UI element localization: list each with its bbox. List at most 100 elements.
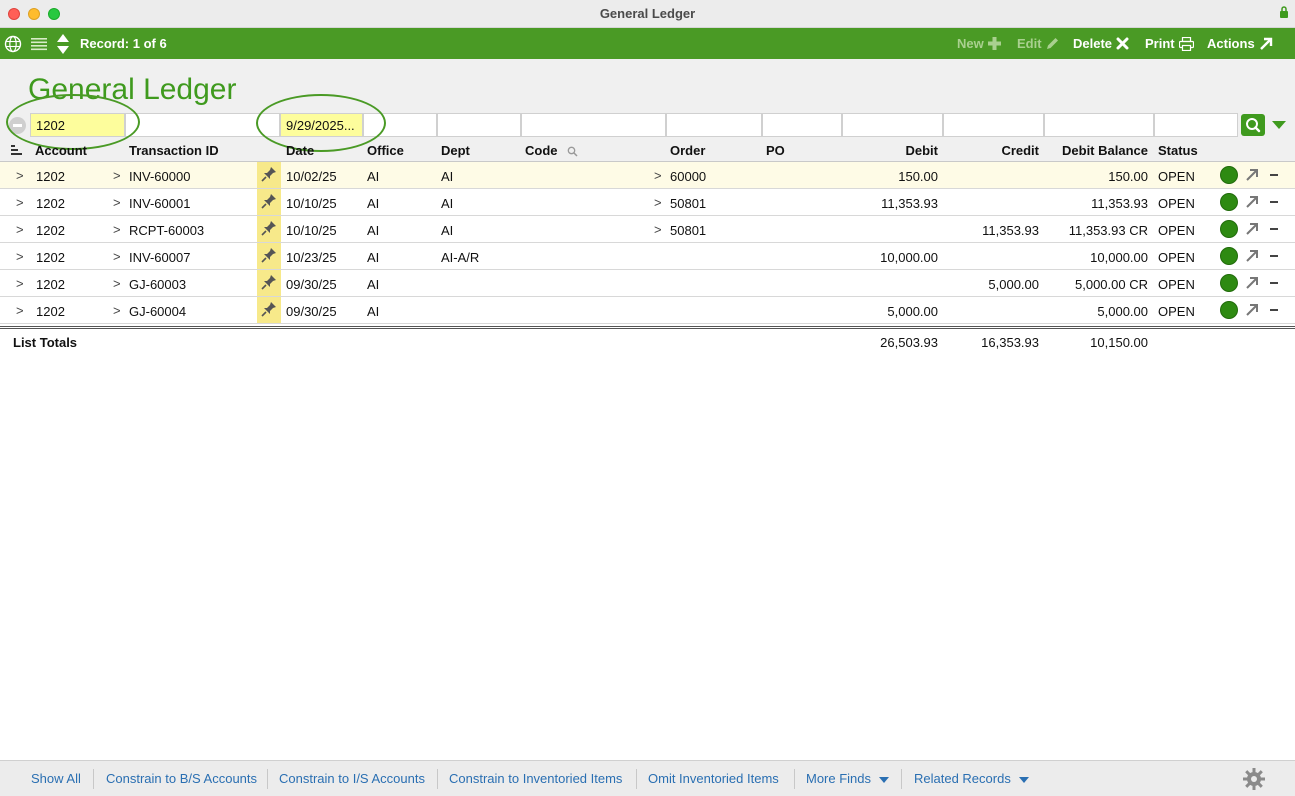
new-button[interactable]: New — [957, 28, 1001, 59]
list-icon — [31, 37, 47, 50]
actions-button[interactable]: Actions — [1207, 28, 1273, 59]
cell-date: 10/23/25 — [286, 250, 337, 265]
transaction-link-chevron[interactable]: > — [113, 195, 121, 210]
remove-row-button[interactable] — [1270, 228, 1278, 230]
table-row[interactable]: > 1202 > GJ-60004 09/30/25 AI 5,000.00 5… — [0, 297, 1295, 324]
sort-options-icon[interactable] — [11, 145, 23, 156]
list-view-button[interactable] — [31, 28, 47, 59]
col-code[interactable]: Code — [525, 143, 578, 158]
pin-button[interactable] — [257, 270, 281, 296]
pin-icon — [261, 302, 276, 317]
find-date-field[interactable]: 9/29/2025... — [280, 113, 363, 137]
transaction-link-chevron[interactable]: > — [113, 276, 121, 291]
col-transaction-id[interactable]: Transaction ID — [129, 143, 219, 158]
col-po[interactable]: PO — [766, 143, 785, 158]
find-search-button[interactable] — [1241, 114, 1265, 136]
col-dept[interactable]: Dept — [441, 143, 470, 158]
find-debit-field[interactable] — [842, 113, 943, 137]
find-code-field[interactable] — [521, 113, 666, 137]
table-row[interactable]: > 1202 > INV-60000 10/02/25 AI AI > 6000… — [0, 162, 1295, 189]
account-link-chevron[interactable]: > — [16, 222, 24, 237]
find-credit-field[interactable] — [943, 113, 1044, 137]
open-record-icon[interactable] — [1245, 195, 1259, 209]
find-dept-field[interactable] — [437, 113, 521, 137]
transaction-link-chevron[interactable]: > — [113, 222, 121, 237]
transaction-link-chevron[interactable]: > — [113, 168, 121, 183]
col-code-label: Code — [525, 143, 558, 158]
order-link-chevron[interactable]: > — [654, 168, 662, 183]
account-link-chevron[interactable]: > — [16, 249, 24, 264]
find-options-dropdown[interactable] — [1272, 121, 1286, 129]
constrain-is-link[interactable]: Constrain to I/S Accounts — [279, 771, 425, 786]
open-record-icon[interactable] — [1245, 276, 1259, 290]
col-date[interactable]: Date — [286, 143, 314, 158]
order-link-chevron[interactable]: > — [654, 222, 662, 237]
pin-button[interactable] — [257, 189, 281, 215]
cell-dept: AI — [441, 169, 454, 184]
find-account-field[interactable]: 1202 — [30, 113, 125, 137]
gear-icon[interactable] — [1242, 767, 1266, 791]
cell-debit-balance: 10,000.00 — [1090, 250, 1148, 265]
constrain-inventoried-link[interactable]: Constrain to Inventoried Items — [449, 771, 622, 786]
col-status[interactable]: Status — [1158, 143, 1198, 158]
col-debit-balance[interactable]: Debit Balance — [1040, 143, 1148, 158]
table-row[interactable]: > 1202 > RCPT-60003 10/10/25 AI AI > 508… — [0, 216, 1295, 243]
col-office[interactable]: Office — [367, 143, 404, 158]
remove-row-button[interactable] — [1270, 309, 1278, 311]
remove-row-button[interactable] — [1270, 201, 1278, 203]
pin-button[interactable] — [257, 216, 281, 242]
record-navigator[interactable] — [56, 28, 70, 59]
page-title: General Ledger — [28, 73, 237, 106]
find-status-field[interactable] — [1154, 113, 1238, 137]
find-balance-field[interactable] — [1044, 113, 1154, 137]
status-indicator — [1220, 274, 1238, 292]
find-office-field[interactable] — [363, 113, 437, 137]
table-row[interactable]: > 1202 > INV-60001 10/10/25 AI AI > 5080… — [0, 189, 1295, 216]
omit-inventoried-link[interactable]: Omit Inventoried Items — [648, 771, 779, 786]
code-lookup-icon[interactable] — [567, 146, 578, 157]
remove-row-button[interactable] — [1270, 174, 1278, 176]
delete-button[interactable]: Delete — [1073, 28, 1129, 59]
column-headers: Account Transaction ID Date Office Dept … — [0, 141, 1295, 161]
cell-status: OPEN — [1158, 169, 1195, 184]
globe-button[interactable] — [4, 28, 22, 59]
cell-date: 10/10/25 — [286, 223, 337, 238]
account-link-chevron[interactable]: > — [16, 168, 24, 183]
open-record-icon[interactable] — [1245, 222, 1259, 236]
open-record-icon[interactable] — [1245, 303, 1259, 317]
pin-button[interactable] — [257, 297, 281, 323]
find-order-field[interactable] — [666, 113, 762, 137]
open-record-icon[interactable] — [1245, 168, 1259, 182]
constrain-bs-link[interactable]: Constrain to B/S Accounts — [106, 771, 257, 786]
cell-transaction-id: INV-60007 — [129, 250, 191, 265]
pin-icon — [261, 275, 276, 290]
related-records-menu[interactable]: Related Records — [914, 771, 1029, 786]
edit-button[interactable]: Edit — [1017, 28, 1059, 59]
open-record-icon[interactable] — [1245, 249, 1259, 263]
account-link-chevron[interactable]: > — [16, 276, 24, 291]
find-po-field[interactable] — [762, 113, 842, 137]
print-button[interactable]: Print — [1145, 28, 1194, 59]
remove-row-button[interactable] — [1270, 255, 1278, 257]
remove-row-button[interactable] — [1270, 282, 1278, 284]
table-row[interactable]: > 1202 > INV-60007 10/23/25 AI AI-A/R 10… — [0, 243, 1295, 270]
col-account[interactable]: Account — [35, 143, 87, 158]
show-all-link[interactable]: Show All — [31, 771, 81, 786]
pin-button[interactable] — [257, 162, 281, 188]
col-credit[interactable]: Credit — [939, 143, 1039, 158]
account-link-chevron[interactable]: > — [16, 195, 24, 210]
footer-divider — [267, 769, 268, 789]
more-finds-menu[interactable]: More Finds — [806, 771, 890, 786]
account-link-chevron[interactable]: > — [16, 303, 24, 318]
cell-debit: 150.00 — [898, 169, 938, 184]
clear-find-button[interactable] — [9, 117, 26, 134]
transaction-link-chevron[interactable]: > — [113, 303, 121, 318]
pin-button[interactable] — [257, 243, 281, 269]
cell-transaction-id: GJ-60003 — [129, 277, 187, 292]
col-order[interactable]: Order — [670, 143, 705, 158]
table-row[interactable]: > 1202 > GJ-60003 09/30/25 AI 5,000.00 5… — [0, 270, 1295, 297]
col-debit[interactable]: Debit — [838, 143, 939, 158]
order-link-chevron[interactable]: > — [654, 195, 662, 210]
find-transaction-id-field[interactable] — [125, 113, 280, 137]
transaction-link-chevron[interactable]: > — [113, 249, 121, 264]
